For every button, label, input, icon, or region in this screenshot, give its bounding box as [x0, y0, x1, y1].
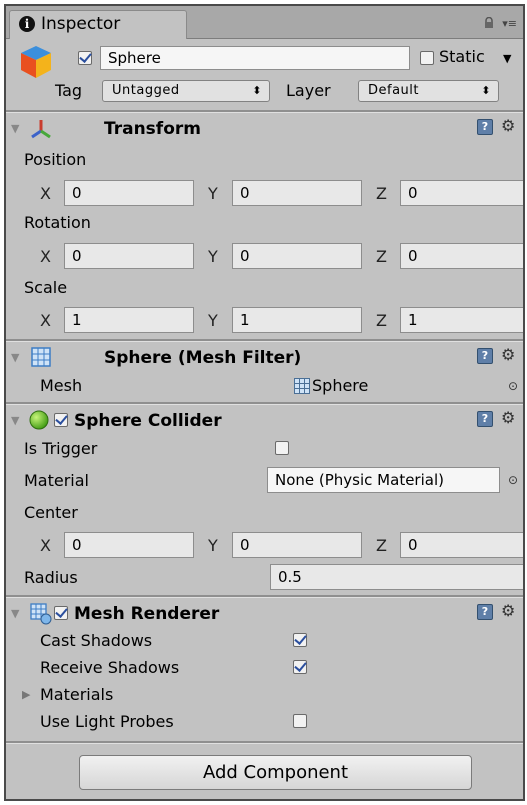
use-light-probes-checkbox[interactable]: [293, 714, 307, 728]
rotation-y-field[interactable]: 0: [232, 243, 362, 269]
static-checkbox[interactable]: [420, 51, 434, 65]
y-label: Y: [208, 311, 218, 330]
active-checkbox[interactable]: [78, 51, 92, 65]
divider: [6, 741, 523, 744]
rotation-label: Rotation: [24, 213, 91, 232]
gear-icon[interactable]: ⚙: [501, 345, 515, 364]
static-label: Static: [439, 47, 485, 66]
tab-inspector[interactable]: i Inspector: [9, 10, 187, 39]
y-label: Y: [208, 247, 218, 266]
position-label: Position: [24, 150, 87, 169]
rotation-z-field[interactable]: 0: [400, 243, 523, 269]
radius-label: Radius: [24, 568, 78, 587]
foldout-arrow-icon[interactable]: ▼: [11, 122, 19, 135]
center-x-field[interactable]: 0: [64, 532, 194, 558]
mesh-label: Mesh: [40, 376, 83, 395]
layer-value: Default: [368, 83, 419, 98]
is-trigger-label: Is Trigger: [24, 439, 98, 458]
is-trigger-checkbox[interactable]: [275, 441, 289, 455]
scale-x-field[interactable]: 1: [64, 307, 194, 333]
rotation-x-field[interactable]: 0: [64, 243, 194, 269]
gameobject-cube-icon: [21, 46, 51, 78]
component-title: Mesh Renderer: [74, 604, 220, 624]
tab-label: Inspector: [41, 14, 121, 34]
inspector-window: i Inspector ▾≡ Sphere Static ▼ Tag Untag…: [4, 4, 525, 801]
menu-icon[interactable]: ▾≡: [502, 17, 517, 30]
cast-shadows-checkbox[interactable]: [293, 633, 307, 647]
y-label: Y: [208, 184, 218, 203]
center-z-field[interactable]: 0: [400, 532, 523, 558]
tag-value: Untagged: [112, 83, 180, 98]
x-label: X: [40, 184, 51, 203]
mesh-filter-header[interactable]: ▼ Sphere (Mesh Filter) ? ⚙: [6, 342, 523, 374]
receive-shadows-label: Receive Shadows: [40, 658, 180, 677]
mesh-value[interactable]: Sphere: [312, 376, 368, 395]
position-z-field[interactable]: 0: [400, 180, 523, 206]
scale-label: Scale: [24, 278, 68, 297]
gear-icon[interactable]: ⚙: [501, 116, 515, 135]
dropdown-arrows-icon: ⬍: [481, 84, 491, 97]
z-label: Z: [376, 536, 387, 555]
help-icon[interactable]: ?: [477, 119, 493, 135]
position-y-field[interactable]: 0: [232, 180, 362, 206]
add-component-button[interactable]: Add Component: [79, 755, 472, 790]
component-enabled-checkbox[interactable]: [54, 606, 68, 620]
component-enabled-checkbox[interactable]: [54, 413, 68, 427]
mesh-asset-icon: [294, 378, 310, 394]
object-picker-icon[interactable]: ⊙: [508, 379, 518, 393]
static-dropdown-icon[interactable]: ▼: [503, 52, 511, 65]
mesh-filter-icon: [31, 347, 51, 367]
receive-shadows-checkbox[interactable]: [293, 660, 307, 674]
sphere-collider-header[interactable]: ▼ Sphere Collider ? ⚙: [6, 405, 523, 437]
x-label: X: [40, 311, 51, 330]
gear-icon[interactable]: ⚙: [501, 601, 515, 620]
y-label: Y: [208, 536, 218, 555]
collider-sphere-icon: [29, 410, 49, 430]
layer-dropdown[interactable]: Default ⬍: [358, 80, 499, 102]
z-label: Z: [376, 184, 387, 203]
foldout-arrow-icon[interactable]: ▶: [22, 688, 30, 701]
info-icon: i: [19, 16, 35, 32]
z-label: Z: [376, 247, 387, 266]
object-name-input[interactable]: Sphere: [100, 46, 410, 70]
foldout-arrow-icon[interactable]: ▼: [11, 351, 19, 364]
radius-field[interactable]: 0.5: [270, 564, 523, 590]
foldout-arrow-icon[interactable]: ▼: [11, 607, 19, 620]
layer-label: Layer: [286, 81, 331, 100]
tag-label: Tag: [55, 81, 83, 100]
tab-bar: i Inspector ▾≡: [6, 6, 523, 39]
component-title: Sphere Collider: [74, 411, 222, 431]
scale-y-field[interactable]: 1: [232, 307, 362, 333]
mesh-renderer-icon: [30, 603, 52, 625]
x-label: X: [40, 247, 51, 266]
materials-foldout-label[interactable]: Materials: [40, 685, 113, 704]
transform-header[interactable]: ▼ Transform ? ⚙: [6, 113, 523, 145]
physic-material-field[interactable]: None (Physic Material): [267, 467, 500, 493]
scale-z-field[interactable]: 1: [400, 307, 523, 333]
lock-icon[interactable]: [483, 17, 495, 29]
object-picker-icon[interactable]: ⊙: [508, 473, 518, 487]
help-icon[interactable]: ?: [477, 411, 493, 427]
transform-axes-icon: [31, 120, 51, 139]
material-label: Material: [24, 471, 89, 490]
help-icon[interactable]: ?: [477, 604, 493, 620]
cast-shadows-label: Cast Shadows: [40, 631, 153, 650]
foldout-arrow-icon[interactable]: ▼: [11, 414, 19, 427]
component-title: Transform: [104, 119, 201, 139]
gear-icon[interactable]: ⚙: [501, 408, 515, 427]
help-icon[interactable]: ?: [477, 348, 493, 364]
use-light-probes-label: Use Light Probes: [40, 712, 174, 731]
position-x-field[interactable]: 0: [64, 180, 194, 206]
tag-dropdown[interactable]: Untagged ⬍: [102, 80, 270, 102]
x-label: X: [40, 536, 51, 555]
mesh-renderer-header[interactable]: ▼ Mesh Renderer ? ⚙: [6, 598, 523, 630]
component-title: Sphere (Mesh Filter): [104, 348, 302, 368]
dropdown-arrows-icon: ⬍: [252, 84, 262, 97]
center-y-field[interactable]: 0: [232, 532, 362, 558]
center-label: Center: [24, 503, 78, 522]
z-label: Z: [376, 311, 387, 330]
